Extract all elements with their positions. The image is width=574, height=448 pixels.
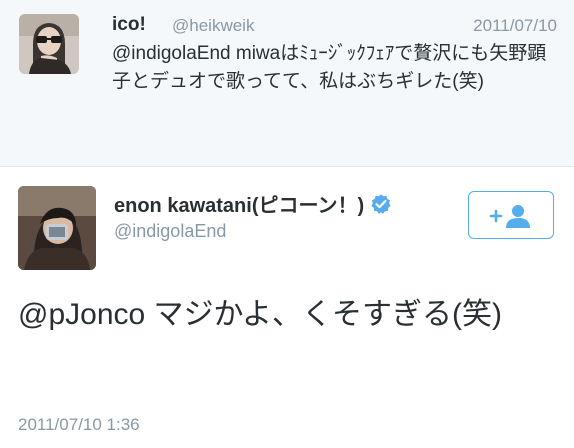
tweet-timestamp[interactable]: 2011/07/10 1:36 [18, 415, 140, 435]
reply-header: ico! @heikweik 2011/07/10 [112, 12, 557, 38]
reply-tweet-card[interactable]: ico! @heikweik 2011/07/10 @indigolaEnd m… [0, 0, 574, 167]
follow-user-icon [489, 205, 530, 228]
tweet-author-name[interactable]: enon kawatani(ピコーン！) [114, 189, 392, 221]
reply-author-handle[interactable]: @heikweik [172, 16, 254, 36]
tweet-author-name-text[interactable]: enon kawatani(ピコーン！) [114, 195, 364, 217]
user-avatar-icon[interactable] [19, 14, 79, 74]
follow-button[interactable] [468, 191, 554, 239]
reply-text: @indigolaEnd miwaはﾐｭｰｼﾞｯｸﾌｪｱで贅沢にも矢野顕子とデュ… [112, 43, 547, 92]
tweet-text: @pJonco マジかよ、くそすぎる(笑) [18, 298, 503, 331]
tweet-author-handle[interactable]: @indigolaEnd [114, 221, 226, 242]
user-avatar-icon[interactable] [18, 186, 96, 270]
main-tweet-card: enon kawatani(ピコーン！) @indigolaEnd @pJonc… [0, 167, 574, 448]
reply-date[interactable]: 2011/07/10 [473, 16, 557, 36]
reply-author-name[interactable]: ico! [112, 14, 146, 36]
verified-badge-icon [370, 193, 392, 221]
